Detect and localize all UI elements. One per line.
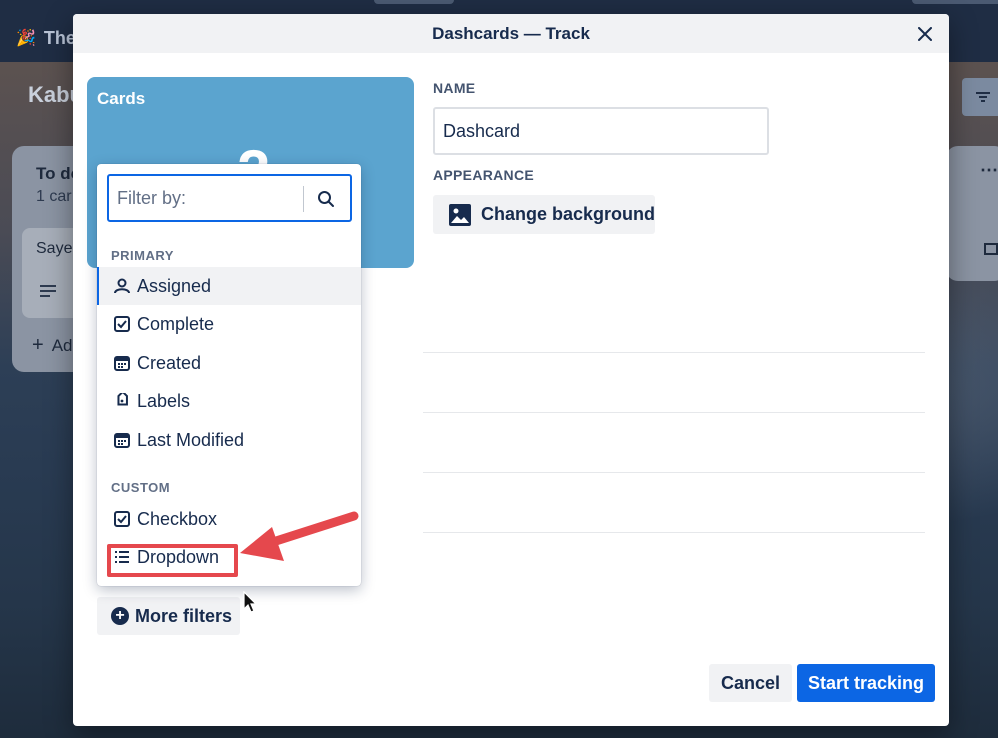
divider (423, 352, 925, 353)
modal-title: Dashcards — Track (432, 24, 590, 43)
add-card-label: Ad (51, 336, 73, 355)
calendar-icon (113, 431, 131, 449)
filter-item-label: Checkbox (137, 508, 218, 529)
filter-item-created[interactable]: Created (97, 344, 361, 382)
list-menu-icon[interactable]: ⋯ (980, 160, 998, 181)
cancel-button[interactable]: Cancel (709, 664, 792, 702)
preview-title: Cards (97, 89, 146, 108)
filter-divider (303, 186, 304, 212)
divider (423, 532, 925, 533)
checkbox-icon (113, 315, 131, 333)
filter-field (107, 174, 352, 222)
board-list-right: ⋯ (946, 146, 998, 281)
divider (423, 412, 925, 413)
card-icon (984, 242, 998, 258)
search-icon[interactable] (313, 186, 339, 212)
list-icon (113, 548, 131, 566)
party-icon: 🎉 (16, 30, 36, 47)
announcement-banner: 🎉 The (0, 16, 76, 60)
filter-item-checkbox[interactable]: Checkbox (97, 500, 361, 538)
checkbox-icon (113, 510, 131, 528)
change-background-label: Change background (481, 204, 656, 224)
modal-header: Dashcards — Track (73, 14, 949, 53)
announcement-text: The (43, 27, 76, 48)
primary-section-label: PRIMARY (111, 248, 174, 263)
close-icon[interactable] (911, 20, 939, 48)
filter-item-label: Assigned (137, 275, 212, 296)
filter-item-complete[interactable]: Complete (97, 305, 361, 343)
start-tracking-button[interactable]: Start tracking (797, 664, 935, 702)
filter-item-last-modified[interactable]: Last Modified (97, 421, 361, 459)
filter-item-label: Last Modified (137, 429, 245, 450)
custom-section-label: CUSTOM (111, 480, 171, 495)
filter-popover: PRIMARY Assigned Complete Created Labels… (97, 164, 361, 586)
calendar-icon (113, 354, 131, 372)
top-bar-tab (912, 0, 998, 4)
more-filters-button[interactable]: + More filters (97, 597, 240, 635)
list-card-count: 1 car (36, 188, 72, 205)
description-icon (40, 284, 56, 300)
name-input[interactable] (433, 107, 769, 155)
image-icon (449, 203, 471, 226)
filter-item-assigned[interactable]: Assigned (97, 267, 361, 305)
card-title: Saye (36, 240, 73, 257)
filter-input[interactable] (117, 186, 297, 210)
label-icon (113, 392, 131, 410)
filter-icon[interactable] (962, 78, 998, 116)
divider (423, 472, 925, 473)
filter-item-labels[interactable]: Labels (97, 382, 361, 420)
name-label: NAME (433, 80, 476, 96)
appearance-label: APPEARANCE (433, 167, 535, 183)
filter-item-label: Dropdown (137, 546, 220, 567)
change-background-button[interactable]: Change background (433, 195, 655, 234)
plus-circle-icon: + (111, 607, 129, 625)
filter-item-label: Complete (137, 313, 215, 334)
top-bar-tab (374, 0, 454, 4)
add-card-button[interactable]: + Ad (32, 334, 72, 357)
filter-item-dropdown[interactable]: Dropdown (97, 538, 361, 576)
more-filters-label: More filters (135, 605, 233, 626)
assignee-icon (113, 277, 131, 295)
plus-icon: + (32, 334, 44, 356)
filter-item-label: Labels (137, 390, 191, 411)
filter-item-label: Created (137, 352, 202, 373)
